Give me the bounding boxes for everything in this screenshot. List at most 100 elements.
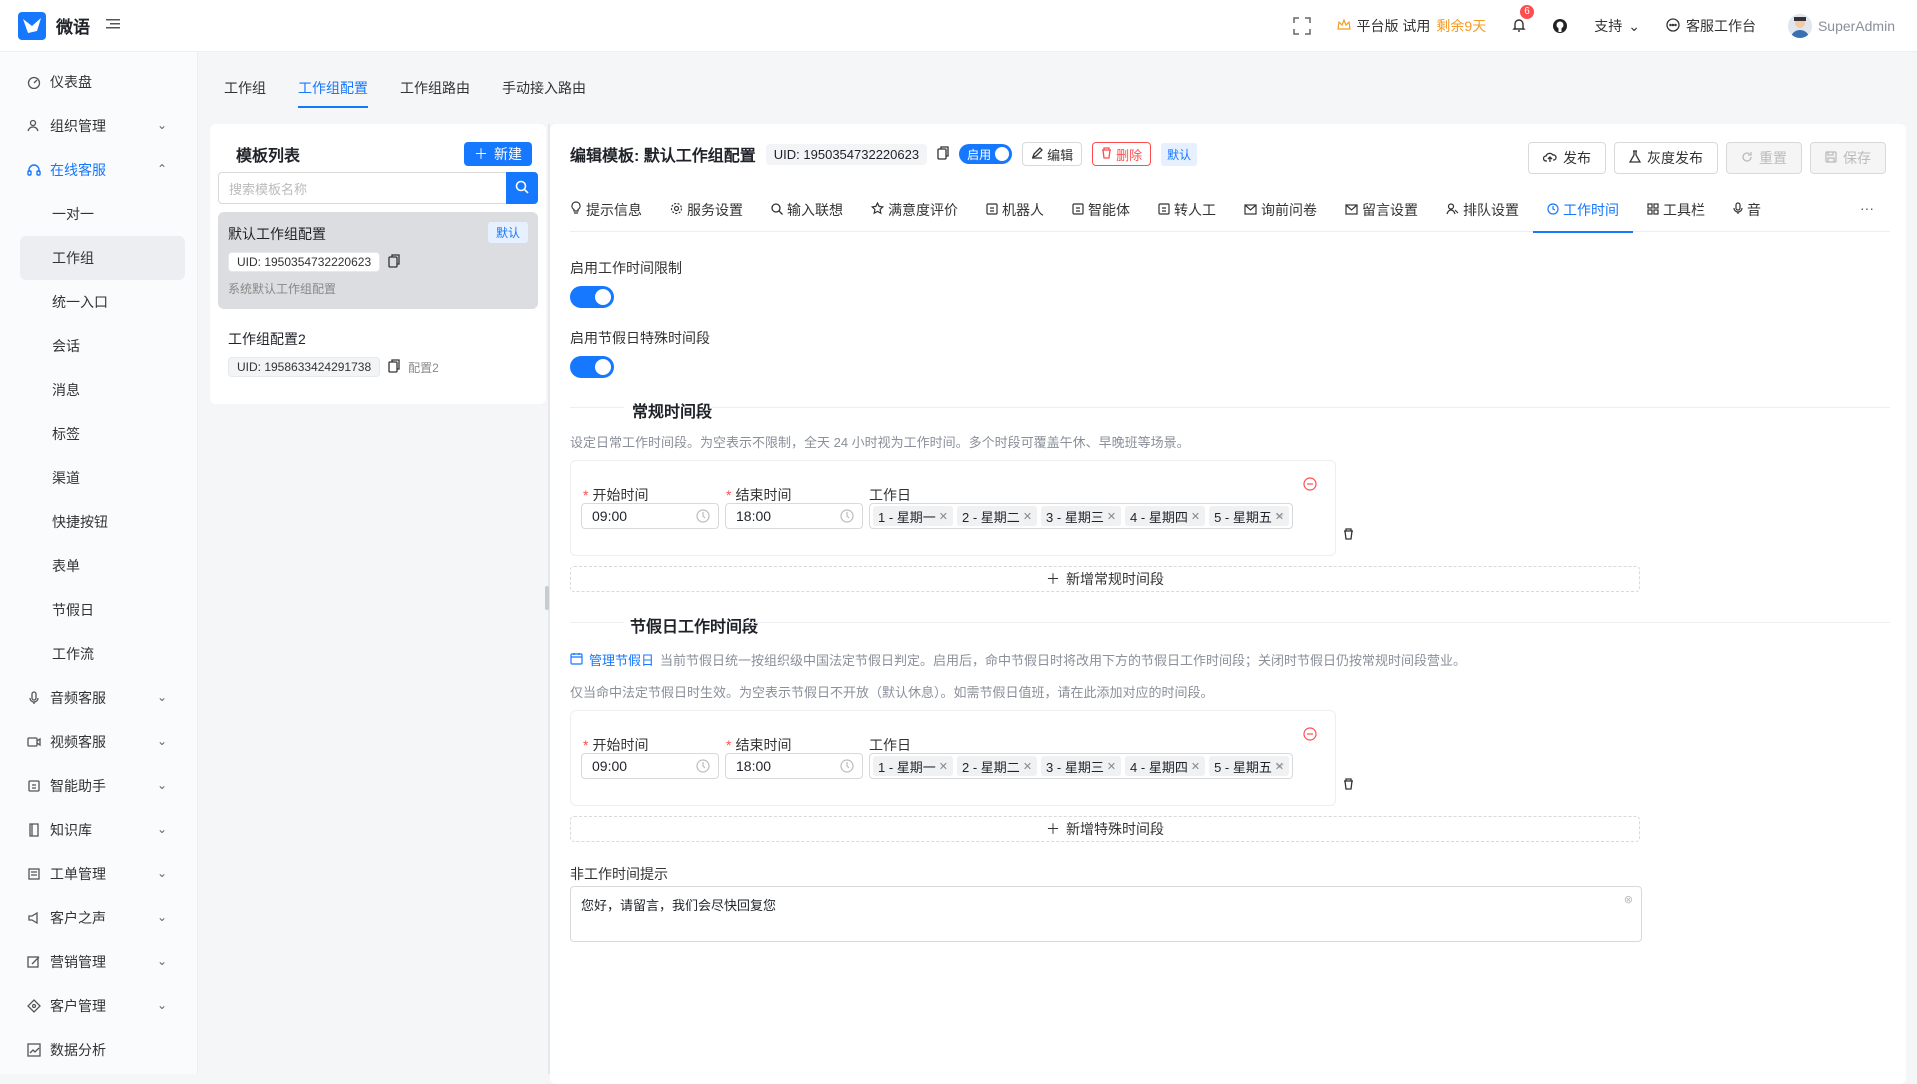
end-time-value: 18:00 (736, 508, 772, 524)
template-item[interactable]: 默认工作组配置 默认 UID: 1950354732220623 系统默认工作组… (218, 212, 538, 309)
sidebar-item-online-service[interactable]: 在线客服 ⌃ (0, 148, 197, 192)
workdays-select[interactable]: 1 - 星期一 ✕ 2 - 星期二 ✕ 3 - 星期三 ✕ 4 - 星期四 ✕ 5 - … (869, 753, 1293, 779)
dashboard-icon (26, 74, 42, 90)
delete-button[interactable]: 删除 (1092, 142, 1152, 166)
support-menu[interactable]: 支持 ⌄ (1594, 16, 1640, 36)
tab-toolbar[interactable]: 工具栏 (1633, 188, 1719, 232)
tab-leave-message[interactable]: 留言设置 (1331, 188, 1432, 232)
sidebar-item-voice[interactable]: 客户之声 ⌄ (0, 896, 197, 940)
sidebar-sub-item[interactable]: 消息 (20, 368, 185, 412)
delete-slot-icon[interactable] (1343, 777, 1354, 793)
day-tag: 2 - 星期二 ✕ (957, 506, 1038, 526)
tab-manual-routing[interactable]: 手动接入路由 (486, 78, 602, 108)
sidebar-item-assistant[interactable]: 智能助手 ⌄ (0, 764, 197, 808)
sidebar-item-org[interactable]: 组织管理 ⌄ (0, 104, 197, 148)
save-button[interactable]: 保存 (1810, 142, 1886, 174)
tab-robot[interactable]: 机器人 (972, 188, 1058, 232)
close-icon[interactable]: ✕ (1107, 510, 1116, 523)
sidebar-sub-item[interactable]: 节假日 (20, 588, 185, 632)
tab-workgroup-routing[interactable]: 工作组路由 (384, 78, 486, 108)
close-icon[interactable]: ✕ (1191, 760, 1200, 773)
notification-bell[interactable]: 6 (1512, 4, 1534, 36)
search-button[interactable] (506, 172, 538, 204)
clear-icon[interactable]: ⊗ (1624, 893, 1633, 906)
template-item[interactable]: 工作组配置2 UID: 1958633424291738 配置2 (218, 317, 538, 389)
add-regular-slot-button[interactable]: ＋ 新增常规时间段 (570, 566, 1640, 592)
close-icon[interactable]: ✕ (939, 510, 948, 523)
more-tabs-icon[interactable]: ··· (1860, 200, 1874, 216)
tab-queue[interactable]: 排队设置 (1432, 188, 1533, 232)
sidebar-sub-item[interactable]: 统一入口 (20, 280, 185, 324)
sidebar-sub-item[interactable]: 快捷按钮 (20, 500, 185, 544)
gray-publish-button[interactable]: 灰度发布 (1614, 142, 1718, 174)
day-tag: 3 - 星期三 ✕ (1041, 506, 1122, 526)
offhours-textarea[interactable]: 您好，请留言，我们会尽快回复您 ⊗ (570, 886, 1642, 942)
sidebar-sub-item[interactable]: 表单 (20, 544, 185, 588)
close-icon[interactable]: ✕ (1023, 760, 1032, 773)
tab-input-suggest[interactable]: 输入联想 (757, 188, 857, 232)
user-menu[interactable]: SuperAdmin (1787, 14, 1895, 38)
close-icon[interactable]: ✕ (939, 760, 948, 773)
close-icon[interactable]: ✕ (1023, 510, 1032, 523)
sidebar-sub-item[interactable]: 一对一 (20, 192, 185, 236)
github-icon[interactable] (1552, 18, 1568, 34)
reset-button[interactable]: 重置 (1726, 142, 1802, 174)
clock-icon (840, 759, 854, 776)
copy-icon[interactable] (937, 145, 949, 163)
enable-limit-switch[interactable] (570, 286, 614, 308)
delete-slot-icon[interactable] (1343, 527, 1354, 543)
resize-handle[interactable] (545, 586, 549, 610)
sidebar-item-ticket[interactable]: 工单管理 ⌄ (0, 852, 197, 896)
sidebar-item-dashboard[interactable]: 仪表盘 (0, 60, 197, 104)
sidebar-item-analytics[interactable]: 数据分析 (0, 1028, 197, 1072)
mic-icon (26, 690, 42, 706)
close-icon[interactable]: ✕ (1191, 510, 1200, 523)
new-template-button[interactable]: ＋ 新建 (464, 142, 532, 166)
copy-icon[interactable] (388, 358, 400, 376)
tab-workgroup[interactable]: 工作组 (208, 78, 282, 108)
tab-agent[interactable]: 智能体 (1058, 188, 1144, 232)
tab-pre-survey[interactable]: 询前问卷 (1230, 188, 1331, 232)
sidebar-sub-item[interactable]: 标签 (20, 412, 185, 456)
manage-holiday-link[interactable]: 管理节假日 (589, 650, 654, 669)
sidebar-sub-item[interactable]: 会话 (20, 324, 185, 368)
edit-button[interactable]: 编辑 (1022, 142, 1083, 166)
add-holiday-slot-button[interactable]: ＋ 新增特殊时间段 (570, 816, 1640, 842)
top-tabs: 工作组 工作组配置 工作组路由 手动接入路由 (208, 52, 602, 108)
tab-satisfaction[interactable]: 满意度评价 (857, 188, 972, 232)
start-time-input[interactable]: 09:00 (581, 753, 719, 779)
menu-collapse-icon[interactable] (106, 17, 120, 34)
chat-icon (1666, 17, 1680, 35)
tab-work-time[interactable]: 工作时间 (1533, 188, 1633, 233)
enable-holiday-switch[interactable] (570, 356, 614, 378)
sidebar-item-knowledge[interactable]: 知识库 ⌄ (0, 808, 197, 852)
sidebar-sub-item-active[interactable]: 工作组 (20, 236, 185, 280)
end-time-input[interactable]: 18:00 (725, 503, 863, 529)
workdays-select[interactable]: 1 - 星期一 ✕ 2 - 星期二 ✕ 3 - 星期三 ✕ 4 - 星期四 ✕ 5 - … (869, 503, 1293, 529)
sidebar-item-marketing[interactable]: 营销管理 ⌄ (0, 940, 197, 984)
workbench-link[interactable]: 客服工作台 (1666, 16, 1756, 36)
remove-slot-icon[interactable] (1303, 477, 1317, 494)
sidebar-sub-item[interactable]: 工作流 (20, 632, 185, 676)
template-search-input[interactable]: 搜索模板名称 (218, 172, 506, 204)
sidebar-item-customer[interactable]: 客户管理 ⌄ (0, 984, 197, 1028)
app-logo[interactable]: 微语 (18, 11, 90, 40)
publish-button[interactable]: 发布 (1528, 142, 1606, 174)
template-uid: UID: 1958633424291738 (228, 357, 381, 377)
tab-workgroup-config[interactable]: 工作组配置 (282, 78, 384, 108)
sidebar-sub-item[interactable]: 渠道 (20, 456, 185, 500)
tab-transfer[interactable]: 转人工 (1144, 188, 1230, 232)
sidebar-item-video[interactable]: 视频客服 ⌄ (0, 720, 197, 764)
remove-slot-icon[interactable] (1303, 727, 1317, 744)
tab-prompt-info[interactable]: 提示信息 (570, 188, 656, 232)
tab-audio-video[interactable]: 音视 (1719, 188, 1761, 232)
end-time-input[interactable]: 18:00 (725, 753, 863, 779)
copy-icon[interactable] (388, 253, 400, 271)
close-icon[interactable]: ✕ (1107, 760, 1116, 773)
start-time-input[interactable]: 09:00 (581, 503, 719, 529)
enabled-toggle[interactable]: 启用 (959, 144, 1013, 164)
fullscreen-icon[interactable] (1292, 17, 1311, 35)
plan-badge[interactable]: 平台版 试用 剩余9天 (1336, 16, 1486, 36)
tab-service-settings[interactable]: 服务设置 (656, 188, 757, 232)
sidebar-item-audio[interactable]: 音频客服 ⌄ (0, 676, 197, 720)
